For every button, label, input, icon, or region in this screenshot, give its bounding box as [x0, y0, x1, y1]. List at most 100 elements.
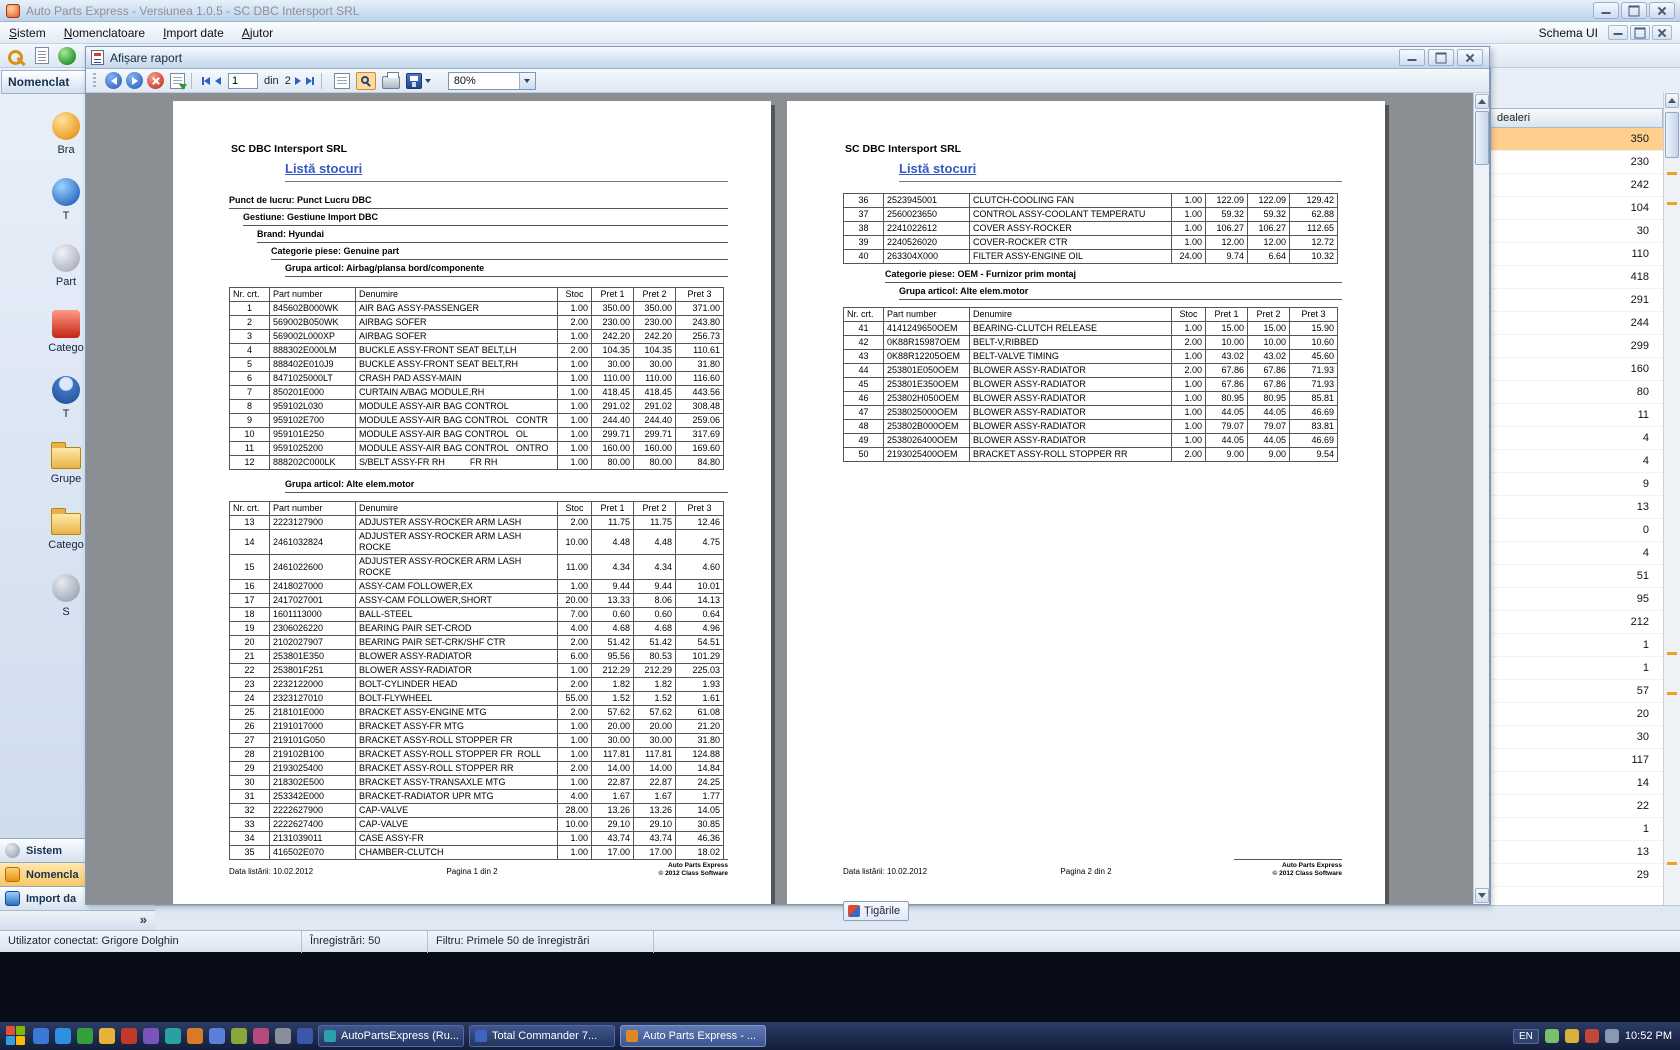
grid-row[interactable]: 104: [1491, 197, 1663, 220]
grid-row[interactable]: 418: [1491, 266, 1663, 289]
grid-column-header-dealeri[interactable]: dealeri: [1491, 108, 1663, 128]
grid-row[interactable]: 4: [1491, 542, 1663, 565]
report-vertical-scrollbar[interactable]: [1473, 93, 1489, 904]
document-icon[interactable]: [35, 47, 49, 64]
clock[interactable]: 10:52 PM: [1625, 1030, 1672, 1042]
grid-row[interactable]: 291: [1491, 289, 1663, 312]
grid-row[interactable]: 80: [1491, 381, 1663, 404]
maximize-button[interactable]: [1621, 2, 1647, 19]
toolbar-grip[interactable]: [93, 72, 96, 89]
grid-row[interactable]: 11: [1491, 404, 1663, 427]
print-preview-icon[interactable]: [355, 71, 376, 90]
report-minimize-button[interactable]: [1399, 49, 1425, 66]
grid-row[interactable]: 1: [1491, 657, 1663, 680]
menu-nomenclatoare[interactable]: Nomenclatoare: [55, 23, 154, 43]
grid-row[interactable]: 117: [1491, 749, 1663, 772]
grid-row[interactable]: 22: [1491, 795, 1663, 818]
quicklaunch-app-icon[interactable]: [165, 1028, 181, 1044]
menu-schema-ui[interactable]: Schema UI: [1529, 23, 1608, 43]
grid-row[interactable]: 13: [1491, 496, 1663, 519]
grid-row[interactable]: 350: [1491, 128, 1663, 151]
quicklaunch-app-icon[interactable]: [77, 1028, 93, 1044]
grid-row[interactable]: 244: [1491, 312, 1663, 335]
quicklaunch-app-icon[interactable]: [121, 1028, 137, 1044]
minimize-button[interactable]: [1593, 2, 1619, 19]
grid-row[interactable]: 4: [1491, 427, 1663, 450]
grid-row[interactable]: 9: [1491, 473, 1663, 496]
forward-button[interactable]: [126, 72, 143, 89]
grid-row[interactable]: 299: [1491, 335, 1663, 358]
export-icon[interactable]: [170, 72, 187, 90]
report-maximize-button[interactable]: [1428, 49, 1454, 66]
report-window-titlebar[interactable]: Afișare raport: [86, 47, 1489, 69]
grid-row[interactable]: 1: [1491, 634, 1663, 657]
grid-row[interactable]: 95: [1491, 588, 1663, 611]
quicklaunch-app-icon[interactable]: [187, 1028, 203, 1044]
save-icon[interactable]: [405, 72, 422, 89]
grid-row[interactable]: 20: [1491, 703, 1663, 726]
stop-button[interactable]: [147, 72, 164, 89]
quicklaunch-app-icon[interactable]: [209, 1028, 225, 1044]
grid-row[interactable]: 242: [1491, 174, 1663, 197]
grid-row[interactable]: 212: [1491, 611, 1663, 634]
grid-row[interactable]: 14: [1491, 772, 1663, 795]
grid-row[interactable]: 4: [1491, 450, 1663, 473]
grid-row[interactable]: 29: [1491, 864, 1663, 887]
grid-row[interactable]: 30: [1491, 220, 1663, 243]
quicklaunch-app-icon[interactable]: [275, 1028, 291, 1044]
grid-row[interactable]: 30: [1491, 726, 1663, 749]
quicklaunch-app-icon[interactable]: [33, 1028, 49, 1044]
mdi-restore-button[interactable]: [1630, 25, 1650, 40]
grid-row[interactable]: 57: [1491, 680, 1663, 703]
taskbar-button-autopartsexpress-ru[interactable]: AutoPartsExpress (Ru...: [318, 1025, 464, 1047]
taskbar-button-auto-parts-express[interactable]: Auto Parts Express - ...: [620, 1025, 766, 1047]
tray-icon[interactable]: [1584, 1029, 1599, 1043]
page-setup-icon[interactable]: [333, 72, 350, 89]
page-number-input[interactable]: [228, 72, 258, 89]
report-close-button[interactable]: [1457, 49, 1483, 66]
first-page-button[interactable]: [201, 76, 211, 86]
menu-sistem[interactable]: Sistem: [0, 23, 55, 43]
scrollbar-thumb[interactable]: [1665, 112, 1679, 158]
language-indicator[interactable]: EN: [1513, 1028, 1539, 1044]
tray-icon[interactable]: [1564, 1029, 1579, 1043]
taskbar-button-total-commander[interactable]: Total Commander 7...: [469, 1025, 615, 1047]
grid-row[interactable]: 0: [1491, 519, 1663, 542]
zoom-combobox[interactable]: 80%: [447, 71, 536, 90]
scroll-up-button[interactable]: [1665, 93, 1679, 108]
grid-row[interactable]: 230: [1491, 151, 1663, 174]
go-icon[interactable]: [58, 46, 76, 65]
tray-icon[interactable]: [1604, 1029, 1619, 1043]
grid-row[interactable]: 110: [1491, 243, 1663, 266]
mdi-minimize-button[interactable]: [1608, 25, 1628, 40]
close-button[interactable]: [1649, 2, 1675, 19]
prev-page-button[interactable]: [214, 76, 222, 86]
quicklaunch-app-icon[interactable]: [297, 1028, 313, 1044]
grid-row[interactable]: 13: [1491, 841, 1663, 864]
menu-ajutor[interactable]: Ajutor: [233, 23, 282, 43]
scrollbar-thumb[interactable]: [1475, 111, 1489, 165]
scroll-up-button[interactable]: [1475, 94, 1489, 109]
quicklaunch-app-icon[interactable]: [99, 1028, 115, 1044]
zoom-dropdown-button[interactable]: [518, 72, 535, 89]
next-page-button[interactable]: [294, 76, 302, 86]
key-icon[interactable]: [8, 47, 26, 65]
floating-label-tigarile[interactable]: Țigările: [843, 901, 910, 921]
mdi-close-button[interactable]: [1652, 25, 1672, 40]
quicklaunch-app-icon[interactable]: [55, 1028, 71, 1044]
save-dropdown-button[interactable]: [422, 73, 434, 89]
report-viewport[interactable]: SC DBC Intersport SRL Listă stocuri Punc…: [86, 93, 1489, 904]
quicklaunch-app-icon[interactable]: [143, 1028, 159, 1044]
back-button[interactable]: [105, 72, 122, 89]
tray-icon[interactable]: [1544, 1029, 1559, 1043]
print-icon[interactable]: [381, 71, 400, 89]
start-button[interactable]: [5, 1025, 27, 1047]
grid-row[interactable]: 1: [1491, 818, 1663, 841]
scroll-down-button[interactable]: [1475, 888, 1489, 903]
grid-row[interactable]: 160: [1491, 358, 1663, 381]
quicklaunch-app-icon[interactable]: [253, 1028, 269, 1044]
grid-vertical-scrollbar[interactable]: [1663, 92, 1680, 930]
menu-import-date[interactable]: Import date: [154, 23, 233, 43]
quicklaunch-app-icon[interactable]: [231, 1028, 247, 1044]
sidebar-overflow-chevron[interactable]: »: [0, 910, 155, 930]
